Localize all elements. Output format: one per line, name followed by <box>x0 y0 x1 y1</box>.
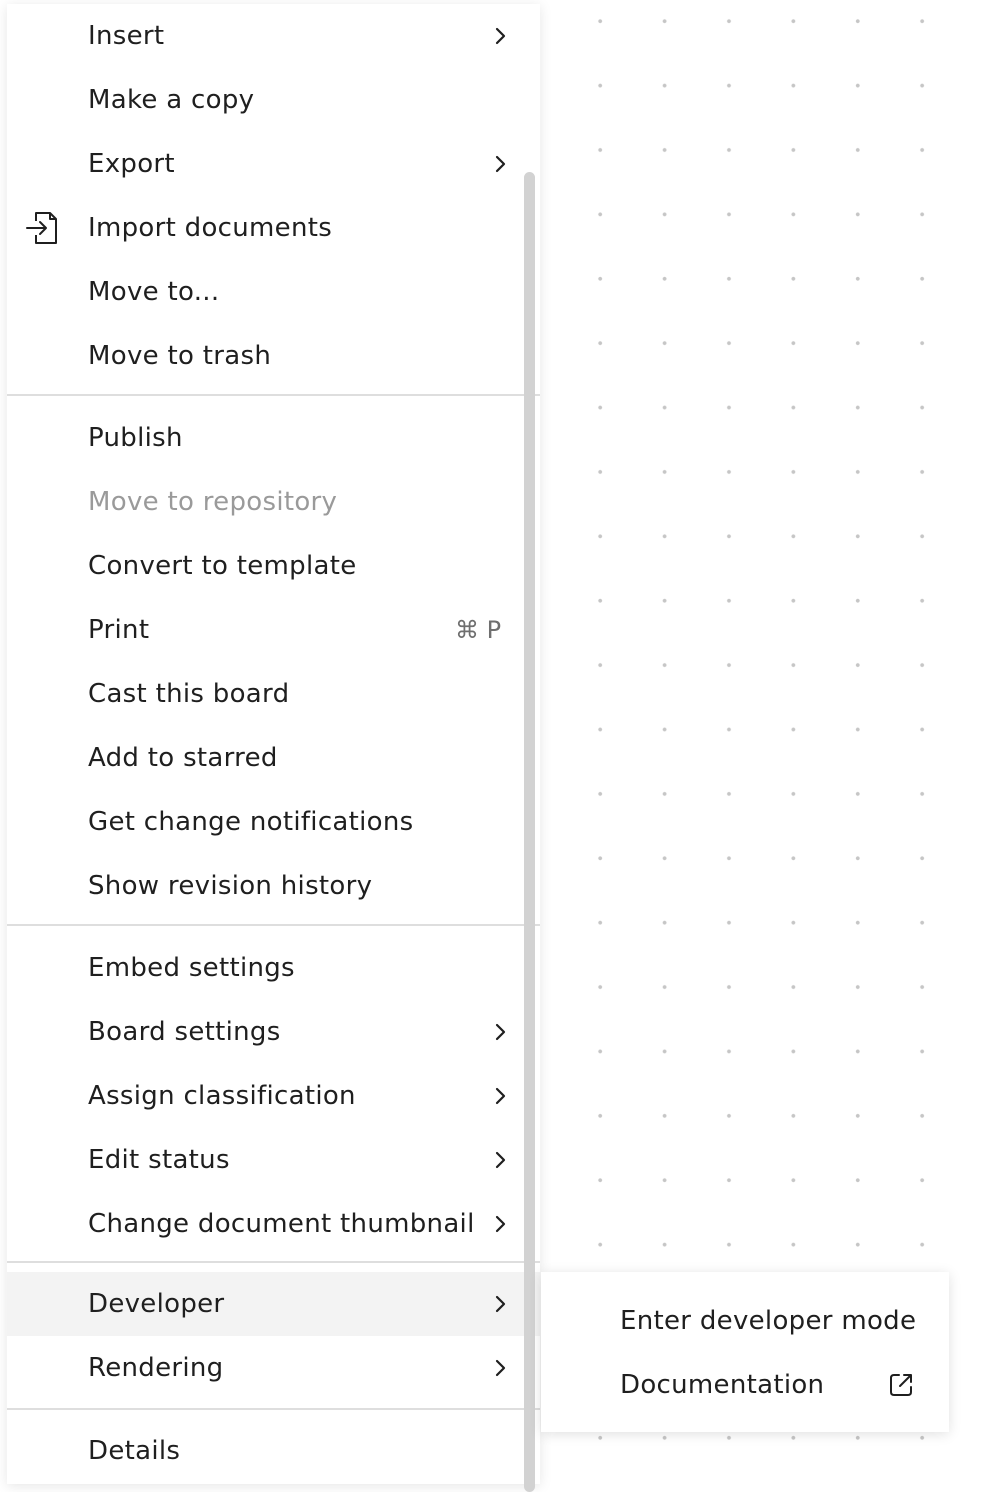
chevron-right-icon <box>495 155 506 173</box>
menu-item-label: Move to... <box>88 277 220 307</box>
menu-item-embed-settings[interactable]: Embed settings <box>7 936 540 1000</box>
menu-item-label: Rendering <box>88 1353 224 1383</box>
submenu-item-documentation[interactable]: Documentation <box>541 1353 949 1417</box>
menu-item-label: Print <box>88 615 150 645</box>
menu-item-label: Edit status <box>88 1145 230 1175</box>
menu-item-export[interactable]: Export <box>7 132 540 196</box>
menu-item-label: Assign classification <box>88 1081 356 1111</box>
menu-item-move-to-repository: Move to repository <box>7 470 540 534</box>
menu-item-move-to[interactable]: Move to... <box>7 260 540 324</box>
menu-item-make-a-copy[interactable]: Make a copy <box>7 68 540 132</box>
menu-item-convert-to-template[interactable]: Convert to template <box>7 534 540 598</box>
menu-item-publish[interactable]: Publish <box>7 406 540 470</box>
menu-item-label: Export <box>88 149 175 179</box>
menu-item-label: Move to repository <box>88 487 338 517</box>
menu-divider <box>7 1408 540 1410</box>
menu-scrollbar[interactable] <box>524 172 535 1492</box>
menu-item-label: Publish <box>88 423 183 453</box>
menu-item-label: Insert <box>88 21 165 51</box>
chevron-right-icon <box>495 1295 506 1313</box>
menu-item-label: Board settings <box>88 1017 281 1047</box>
external-link-icon <box>890 1374 912 1396</box>
chevron-right-icon <box>495 1023 506 1041</box>
menu-item-get-change-notifications[interactable]: Get change notifications <box>7 790 540 854</box>
menu-item-label: Move to trash <box>88 341 272 371</box>
submenu-item-enter-developer-mode[interactable]: Enter developer mode <box>541 1289 949 1353</box>
menu-divider <box>7 924 540 926</box>
menu-item-label: Change document thumbnail <box>88 1209 475 1239</box>
menu-item-import-documents[interactable]: Import documents <box>7 196 540 260</box>
menu-item-label: Import documents <box>88 213 333 243</box>
menu-divider <box>7 394 540 396</box>
menu-item-change-document-thumbnail[interactable]: Change document thumbnail <box>7 1192 540 1256</box>
menu-item-label: Cast this board <box>88 679 290 709</box>
menu-item-edit-status[interactable]: Edit status <box>7 1128 540 1192</box>
chevron-right-icon <box>495 1151 506 1169</box>
menu-item-move-to-trash[interactable]: Move to trash <box>7 324 540 388</box>
context-menu: Insert Make a copy Export Import documen… <box>7 4 540 1492</box>
chevron-right-icon <box>495 27 506 45</box>
menu-item-label: Embed settings <box>88 953 295 983</box>
developer-submenu: Enter developer mode Documentation <box>541 1272 949 1432</box>
menu-item-developer[interactable]: Developer <box>7 1272 540 1336</box>
menu-item-label: Add to starred <box>88 743 278 773</box>
chevron-right-icon <box>495 1087 506 1105</box>
menu-divider <box>7 1261 540 1263</box>
menu-item-show-revision-history[interactable]: Show revision history <box>7 854 540 918</box>
import-file-icon <box>26 212 57 244</box>
menu-item-board-settings[interactable]: Board settings <box>7 1000 540 1064</box>
chevron-right-icon <box>495 1359 506 1377</box>
menu-item-cast-this-board[interactable]: Cast this board <box>7 662 540 726</box>
menu-item-label: Developer <box>88 1289 225 1319</box>
menu-item-rendering[interactable]: Rendering <box>7 1336 540 1400</box>
menu-item-label: Show revision history <box>88 871 373 901</box>
menu-item-assign-classification[interactable]: Assign classification <box>7 1064 540 1128</box>
submenu-item-label: Enter developer mode <box>620 1306 917 1336</box>
submenu-item-label: Documentation <box>620 1370 825 1400</box>
menu-item-insert[interactable]: Insert <box>7 4 540 68</box>
print-shortcut: ⌘ P <box>455 616 502 644</box>
menu-item-label: Get change notifications <box>88 807 414 837</box>
menu-item-label: Convert to template <box>88 551 357 581</box>
menu-item-add-to-starred[interactable]: Add to starred <box>7 726 540 790</box>
menu-item-label: Make a copy <box>88 85 255 115</box>
menu-item-print[interactable]: Print ⌘ P <box>7 598 540 662</box>
menu-item-label: Details <box>88 1436 181 1466</box>
chevron-right-icon <box>495 1215 506 1233</box>
menu-item-details[interactable]: Details <box>7 1419 540 1483</box>
